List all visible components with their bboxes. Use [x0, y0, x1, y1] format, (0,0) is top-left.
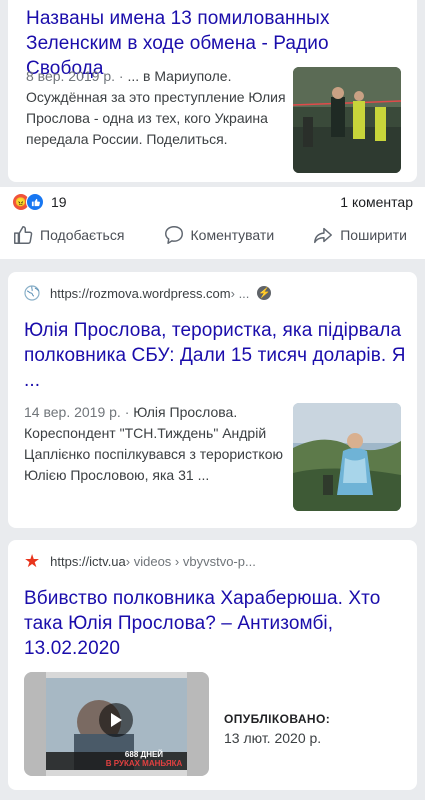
result-1-thumbnail[interactable]: [293, 67, 401, 173]
result-2-url-row[interactable]: https://rozmova.wordpress.com › ... ⚡: [24, 285, 404, 301]
reactions-summary[interactable]: 😠 19: [12, 193, 67, 211]
amp-icon: ⚡: [257, 286, 272, 300]
globe-icon: [24, 285, 40, 301]
result-3-url-path: › videos › vbyvstvo-p...: [125, 553, 256, 569]
result-2-date: 14 вер. 2019 р. ·: [24, 404, 134, 420]
share-label: Поширити: [340, 227, 407, 243]
result-2-title[interactable]: Юлія Прослова, терористка, яка підірвала…: [24, 318, 409, 393]
result-3-url-row[interactable]: ★ https://ictv.ua › videos › vbyvstvo-p.…: [24, 551, 404, 571]
result-2-thumbnail[interactable]: [293, 403, 401, 511]
video-caption-line-2: В РУКАХ МАНЬЯКА: [105, 759, 183, 768]
facebook-post-footer: 😠 19 1 коментар Подобається Коментувати …: [0, 187, 425, 259]
reaction-count: 19: [51, 194, 67, 210]
result-3-video-thumbnail[interactable]: 688 ДНЕЙ В РУКАХ МАНЬЯКА: [24, 672, 209, 776]
result-2-snippet: 14 вер. 2019 р. · Юлія Прослова. Кореспо…: [24, 402, 286, 486]
share-arrow-icon: [314, 227, 333, 244]
comment-bubble-icon: [164, 226, 183, 244]
comment-count[interactable]: 1 коментар: [340, 194, 413, 210]
play-icon: [111, 713, 122, 727]
comment-label: Коментувати: [190, 227, 275, 243]
result-card-3: ★ https://ictv.ua › videos › vbyvstvo-p.…: [8, 540, 417, 790]
share-button[interactable]: Поширити: [312, 224, 407, 246]
video-caption-line-1: 688 ДНЕЙ: [124, 750, 164, 759]
play-button[interactable]: [99, 703, 133, 737]
like-reaction-icon: [26, 193, 44, 211]
ictv-star-icon: ★: [24, 551, 41, 571]
published-label: ОПУБЛІКОВАНО:: [224, 712, 331, 726]
reactions-row: 😠 19 1 коментар: [0, 187, 425, 217]
result-1-snippet: 8 вер. 2019 р. · ... в Мариуполе. Осуждё…: [26, 66, 286, 150]
result-2-url-path: › ...: [230, 285, 250, 301]
result-card-1: Названы имена 13 помилованных Зеленским …: [8, 0, 417, 182]
post-actions: Подобається Коментувати Поширити: [0, 217, 425, 253]
video-caption: 688 ДНЕЙ В РУКАХ МАНЬЯКА: [84, 750, 204, 768]
thumbs-up-icon: [14, 226, 33, 244]
result-1-date: 8 вер. 2019 р. ·: [26, 68, 128, 84]
published-date: 13 лют. 2020 р.: [224, 730, 322, 746]
like-label: Подобається: [40, 227, 125, 243]
comment-button[interactable]: Коментувати: [163, 224, 275, 246]
like-button[interactable]: Подобається: [12, 224, 124, 246]
result-card-2: https://rozmova.wordpress.com › ... ⚡ Юл…: [8, 272, 417, 528]
result-3-title[interactable]: Вбивство полковника Хараберюша. Хто така…: [24, 586, 409, 661]
result-2-url: https://rozmova.wordpress.com: [50, 285, 231, 301]
result-3-url: https://ictv.ua: [50, 553, 126, 569]
